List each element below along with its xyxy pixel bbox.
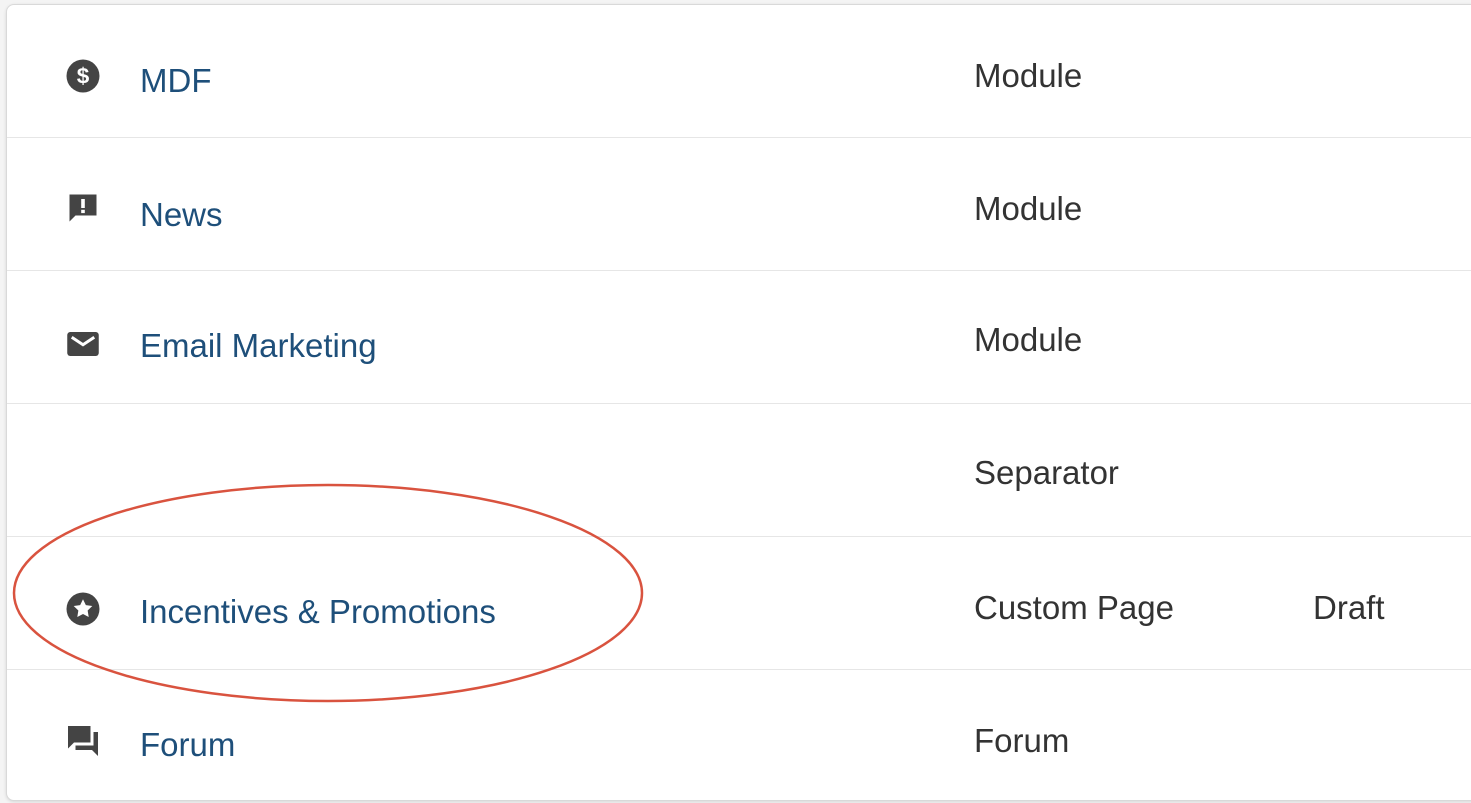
nav-item-row[interactable]: News Module xyxy=(7,138,1471,271)
nav-item-row[interactable]: Incentives & Promotions Custom Page Draf… xyxy=(7,537,1471,670)
nav-item-type: Module xyxy=(974,190,1083,227)
nav-item-type: Module xyxy=(974,57,1083,94)
nav-item-row[interactable]: Separator xyxy=(7,404,1471,537)
nav-item-type: Forum xyxy=(974,722,1070,759)
nav-item-name[interactable]: MDF xyxy=(140,62,211,100)
nav-item-row[interactable]: $ MDF Module xyxy=(7,5,1471,138)
dollar-circle-icon: $ xyxy=(65,58,101,94)
star-circle-icon xyxy=(65,591,101,627)
nav-item-name[interactable]: News xyxy=(140,196,223,234)
envelope-icon xyxy=(65,326,101,362)
nav-item-type: Custom Page xyxy=(974,589,1174,626)
navigation-items-panel: $ MDF Module News Module Email Marketing… xyxy=(6,4,1471,801)
nav-item-name[interactable]: Forum xyxy=(140,726,235,764)
alert-message-icon xyxy=(65,190,101,226)
forum-chat-icon xyxy=(65,723,101,759)
nav-item-name[interactable]: Incentives & Promotions xyxy=(140,593,496,631)
nav-item-type: Separator xyxy=(974,454,1119,491)
status-label: Draft xyxy=(1313,589,1385,626)
nav-item-type: Module xyxy=(974,321,1083,358)
nav-item-row[interactable]: Forum Forum xyxy=(7,670,1471,800)
svg-text:$: $ xyxy=(77,64,90,89)
nav-item-row[interactable]: Email Marketing Module xyxy=(7,271,1471,404)
nav-item-name[interactable]: Email Marketing xyxy=(140,327,377,365)
